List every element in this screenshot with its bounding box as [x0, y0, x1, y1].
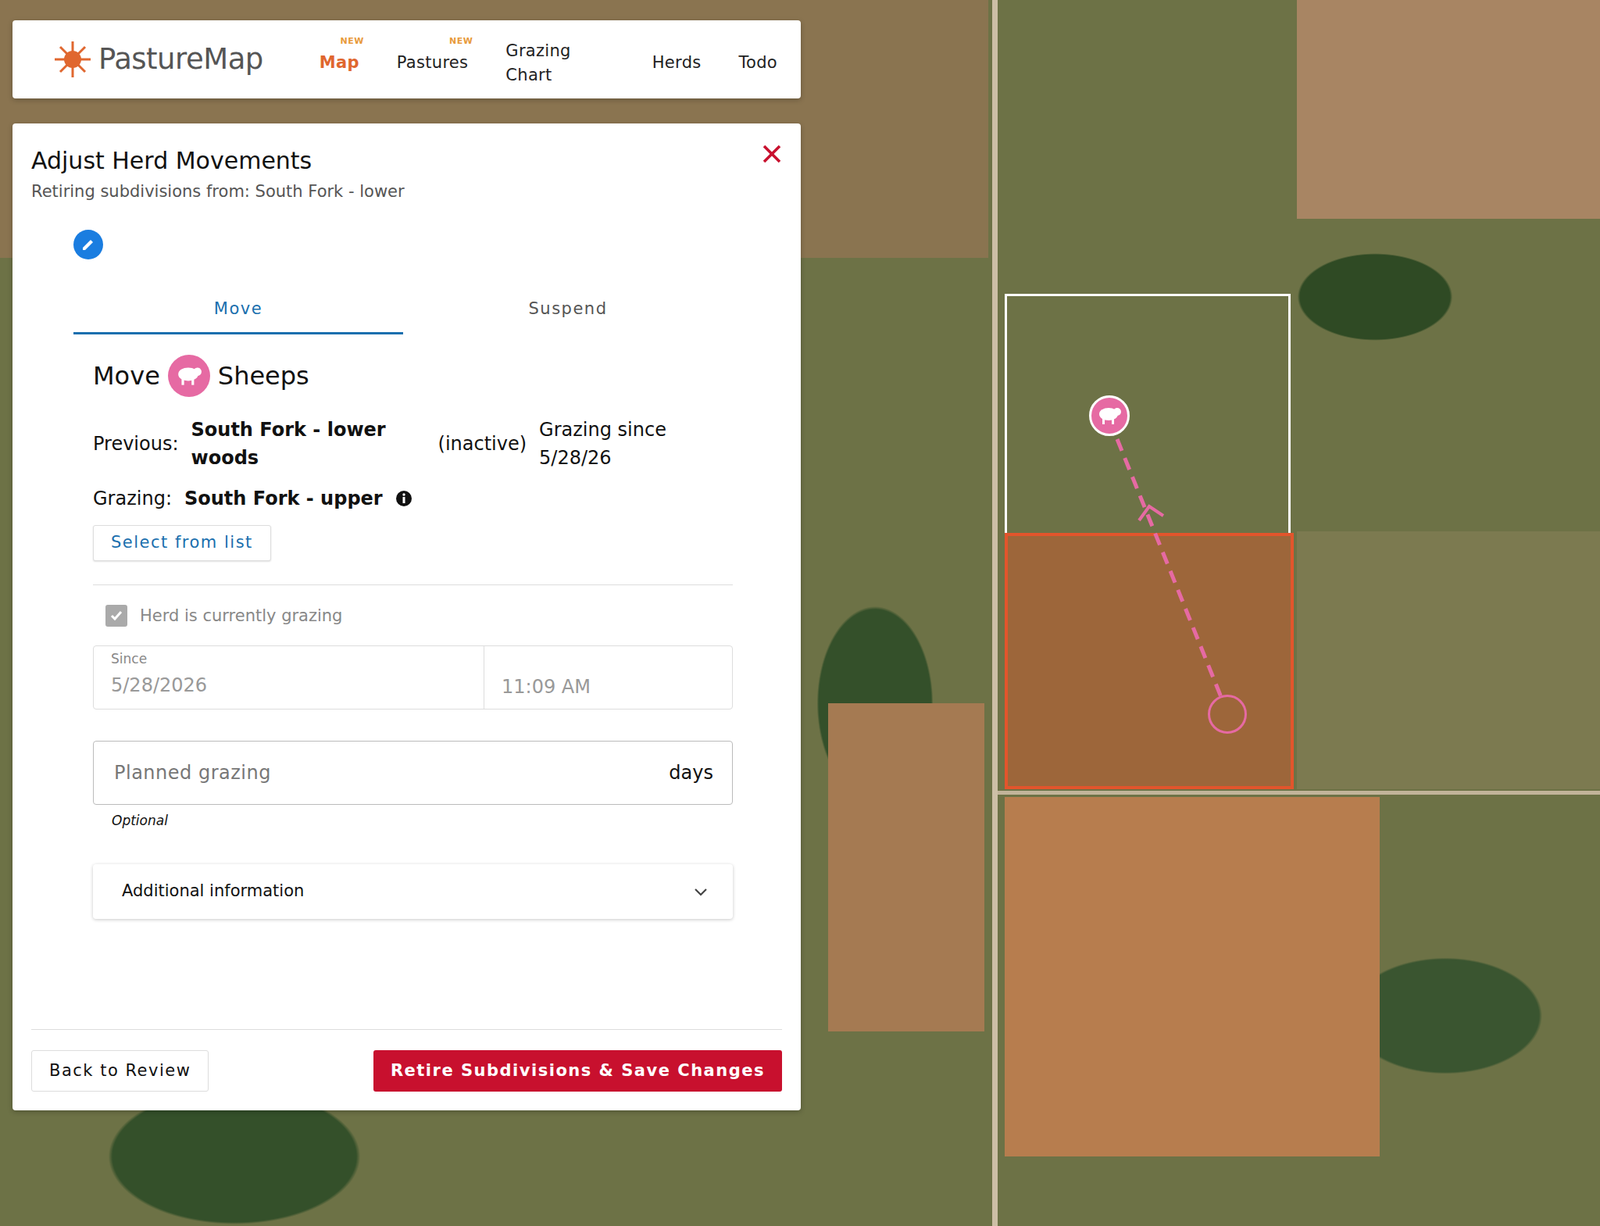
edit-button[interactable] [73, 229, 104, 260]
chevron-icon [692, 885, 710, 897]
nav-item[interactable]: Grazing Chart [505, 31, 615, 89]
additional-information[interactable]: Additional information [92, 864, 733, 919]
sheep-icon [175, 364, 203, 388]
time-field[interactable]: 11:09 AM [484, 646, 733, 709]
date-field[interactable]: Since 5/28/2026 [93, 646, 485, 709]
nav: MapNEW PasturesNEW Grazing Chart Herds Todo [319, 31, 778, 89]
nav-item[interactable]: MapNEW [319, 42, 360, 76]
field [1004, 796, 1380, 1157]
tab[interactable]: Move [73, 289, 404, 336]
herd-pin[interactable] [1089, 395, 1130, 436]
pencil-icon [80, 236, 97, 253]
nav-item[interactable]: Herds [652, 42, 702, 76]
checkbox[interactable] [105, 604, 128, 627]
road [992, 0, 998, 1226]
footer: Back to Review Retire Subdivisions & Sav… [31, 1028, 783, 1093]
planned-grazing-field[interactable]: days [92, 740, 733, 805]
select-from-list-button[interactable]: Select from list [92, 525, 272, 561]
field [828, 703, 985, 1032]
save-button[interactable]: Retire Subdivisions & Save Changes [373, 1050, 783, 1093]
move-heading: Move Sheeps [92, 354, 733, 397]
pasture-outline[interactable] [1004, 532, 1294, 790]
new-badge: NEW [339, 35, 364, 49]
close-icon[interactable] [760, 142, 784, 166]
info-icon[interactable] [395, 489, 413, 508]
field [1296, 531, 1600, 790]
planned-grazing-input[interactable] [112, 757, 669, 788]
adjust-panel: Adjust Herd Movements Retiring subdivisi… [12, 123, 801, 1111]
sheep-icon [1096, 404, 1122, 427]
back-button[interactable]: Back to Review [31, 1050, 209, 1093]
top-bar: PastureMap MapNEW PasturesNEW Grazing Char… [12, 20, 801, 99]
check-icon [108, 607, 125, 624]
panel-title: Adjust Herd Movements [31, 146, 783, 175]
grazing-row: Grazing: South Fork - upper [92, 484, 733, 513]
currently-grazing-row[interactable]: Herd is currently grazing [105, 603, 733, 629]
pasture-outline[interactable] [1004, 293, 1291, 536]
panel-subtitle: Retiring subdivisions from: South Fork -… [31, 179, 783, 205]
tabs: MoveSuspend [73, 289, 733, 336]
nav-item[interactable]: PasturesNEW [396, 42, 469, 76]
herd-name: Sheeps [217, 357, 310, 395]
optional-hint: Optional [111, 810, 733, 832]
since-field: Since 5/28/2026 11:09 AM [92, 645, 733, 710]
new-badge: NEW [449, 35, 473, 49]
target-marker [1207, 694, 1247, 734]
nav-item[interactable]: Todo [739, 42, 779, 76]
tab[interactable]: Suspend [403, 289, 733, 336]
field [1296, 0, 1600, 219]
road [997, 790, 1600, 795]
sun-icon [53, 39, 93, 79]
previous-row: Previous: South Fork - lower woods (inac… [92, 415, 733, 472]
herd-badge [167, 354, 211, 397]
logo[interactable]: PastureMap [53, 37, 264, 82]
